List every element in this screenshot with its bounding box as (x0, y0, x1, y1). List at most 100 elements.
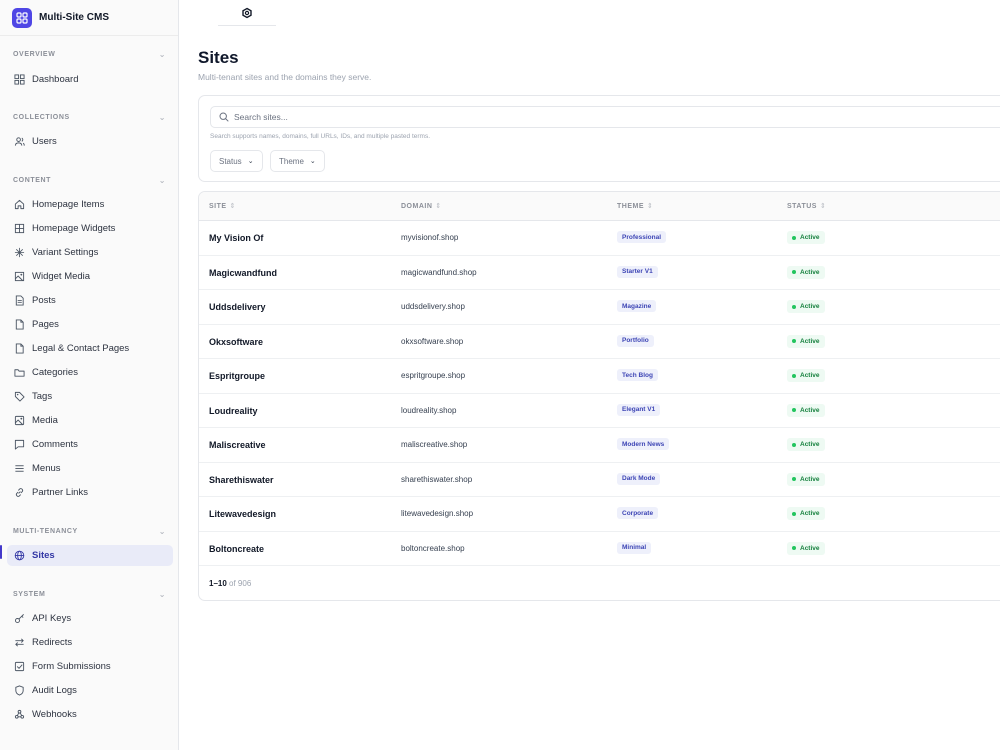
pagination-range: 1–10 (209, 579, 227, 588)
status-dot-icon (792, 477, 796, 481)
status-badge: Active (787, 300, 825, 313)
pagination-info: 1–10 of 906 (209, 579, 251, 588)
sidebar-item-sites[interactable]: Sites (7, 545, 173, 566)
section-multi-tenancy[interactable]: MULTI-TENANCY ⌄ (13, 527, 166, 536)
site-name: Okxsoftware (209, 336, 264, 347)
chevron-down-icon: ⌄ (247, 158, 254, 165)
sidebar-item-menus[interactable]: Menus (7, 458, 173, 479)
column-label: THEME (617, 203, 644, 210)
section-overview[interactable]: OVERVIEW ⌄ (13, 50, 166, 59)
status-badge: Active (787, 403, 825, 417)
theme-filter-button[interactable]: Theme ⌄ (270, 150, 325, 172)
site-name: Loudreality (209, 405, 258, 416)
search-input[interactable] (234, 112, 734, 122)
status-filter-label: Status (219, 156, 242, 166)
status-badge: Active (787, 507, 825, 520)
site-domain: maliscreative.shop (401, 440, 468, 449)
tag-icon (14, 391, 25, 402)
sidebar-item-variant-settings[interactable]: Variant Settings (7, 242, 173, 263)
site-domain: sharethiswater.shop (401, 474, 473, 484)
status-badge: Active (787, 541, 825, 555)
sort-icon: ⇕ (647, 203, 654, 210)
sidebar-item-users[interactable]: Users (7, 131, 173, 152)
sidebar-item-homepage-items[interactable]: Homepage Items (7, 194, 173, 215)
sidebar-item-pages[interactable]: Pages (7, 314, 173, 335)
status-dot-icon (792, 408, 796, 412)
sidebar-item-categories[interactable]: Categories (7, 362, 173, 383)
sidebar-item-label: Homepage Items (32, 199, 105, 210)
table-row[interactable]: Sharethiswater sharethiswater.shop Dark … (199, 463, 1000, 497)
sidebar-item-form-submissions[interactable]: Form Submissions (7, 656, 173, 677)
table-row[interactable]: Magicwandfund magicwandfund.shop Starter… (199, 256, 1000, 290)
status-badge: Active (787, 438, 825, 451)
status-text: Active (800, 337, 820, 345)
site-name: Sharethiswater (209, 474, 274, 485)
brand[interactable]: Multi-Site CMS (0, 0, 178, 36)
table-row[interactable]: Uddsdelivery uddsdelivery.shop Magazine … (199, 290, 1000, 325)
redirect-icon (15, 638, 24, 647)
table-row[interactable]: Maliscreative maliscreative.shop Modern … (199, 428, 1000, 463)
file-icon (15, 319, 24, 330)
status-text: Active (800, 441, 820, 448)
sidebar-item-label: Partner Links (32, 487, 88, 498)
sidebar-item-comments[interactable]: Comments (7, 434, 173, 455)
sidebar-item-audit-logs[interactable]: Audit Logs (7, 680, 173, 701)
sidebar-item-label: Comments (32, 439, 78, 450)
table-row[interactable]: Litewavedesign litewavedesign.shop Corpo… (199, 497, 1000, 532)
section-system[interactable]: SYSTEM ⌄ (13, 590, 166, 599)
sidebar-item-label: Variant Settings (32, 247, 99, 258)
site-domain: litewavedesign.shop (401, 509, 474, 518)
table-row[interactable]: Okxsoftware okxsoftware.shop Portfolio A… (199, 325, 1000, 359)
sidebar-item-media[interactable]: Media (7, 410, 173, 431)
section-label: COLLECTIONS (13, 114, 70, 121)
chevron-down-icon: ⌄ (158, 176, 166, 185)
column-header-theme[interactable]: THEME ⇕ (617, 202, 653, 210)
status-dot-icon (792, 511, 796, 516)
home-icon (14, 199, 25, 210)
status-dot-icon (792, 235, 796, 240)
chevron-down-icon: ⌄ (158, 113, 166, 122)
theme-badge: Portfolio (617, 334, 654, 347)
section-collections[interactable]: COLLECTIONS ⌄ (13, 113, 166, 122)
chevron-down-icon: ⌄ (158, 527, 166, 536)
status-filter-button[interactable]: Status ⌄ (210, 150, 263, 172)
table-row[interactable]: My Vision Of myvisionof.shop Professiona… (199, 221, 1000, 256)
column-header-site[interactable]: SITE ⇕ (209, 202, 236, 210)
column-header-domain[interactable]: DOMAIN ⇕ (401, 202, 442, 210)
dashboard-icon (14, 74, 25, 85)
sidebar-item-label: Sites (32, 550, 55, 561)
sidebar-item-label: Pages (32, 319, 59, 330)
table-row[interactable]: Boltoncreate boltoncreate.shop Minimal A… (199, 532, 1000, 566)
link-icon (15, 488, 24, 497)
sidebar-item-tags[interactable]: Tags (7, 386, 173, 407)
search-box[interactable] (210, 106, 1000, 128)
sidebar-item-legal-contact-pages[interactable]: Legal & Contact Pages (7, 338, 173, 359)
sidebar-item-label: Posts (32, 295, 56, 306)
status-text: Active (800, 544, 820, 552)
sidebar: Multi-Site CMS OVERVIEW ⌄ Dashboard COLLE… (0, 0, 179, 750)
sidebar-item-label: Redirects (32, 637, 73, 648)
sidebar-item-widget-media[interactable]: Widget Media (7, 266, 173, 287)
theme-badge: Professional (617, 231, 667, 243)
table-row[interactable]: Espritgroupe espritgroupe.shop Tech Blog… (199, 359, 1000, 394)
sidebar-item-api-keys[interactable]: API Keys (7, 608, 173, 629)
sidebar-item-redirects[interactable]: Redirects (7, 632, 173, 653)
section-label: SYSTEM (13, 591, 46, 598)
comment-icon (14, 439, 25, 450)
sidebar-item-webhooks[interactable]: Webhooks (7, 704, 173, 725)
sidebar-item-dashboard[interactable]: Dashboard (7, 69, 173, 90)
refresh-icon[interactable] (241, 7, 253, 19)
app-logo-icon (12, 7, 32, 28)
search-icon (219, 112, 229, 122)
section-content[interactable]: CONTENT ⌄ (13, 176, 166, 185)
column-header-status[interactable]: STATUS ⇕ (787, 202, 826, 210)
chevron-down-icon: ⌄ (158, 50, 166, 59)
sidebar-item-homepage-widgets[interactable]: Homepage Widgets (7, 218, 173, 239)
active-indicator (0, 545, 2, 559)
sidebar-item-posts[interactable]: Posts (7, 290, 173, 311)
table-row[interactable]: Loudreality loudreality.shop Elegant V1 … (199, 394, 1000, 428)
site-domain: magicwandfund.shop (401, 267, 477, 277)
site-name: Boltoncreate (209, 543, 265, 554)
sidebar-item-partner-links[interactable]: Partner Links (7, 482, 173, 503)
status-dot-icon (792, 270, 796, 274)
